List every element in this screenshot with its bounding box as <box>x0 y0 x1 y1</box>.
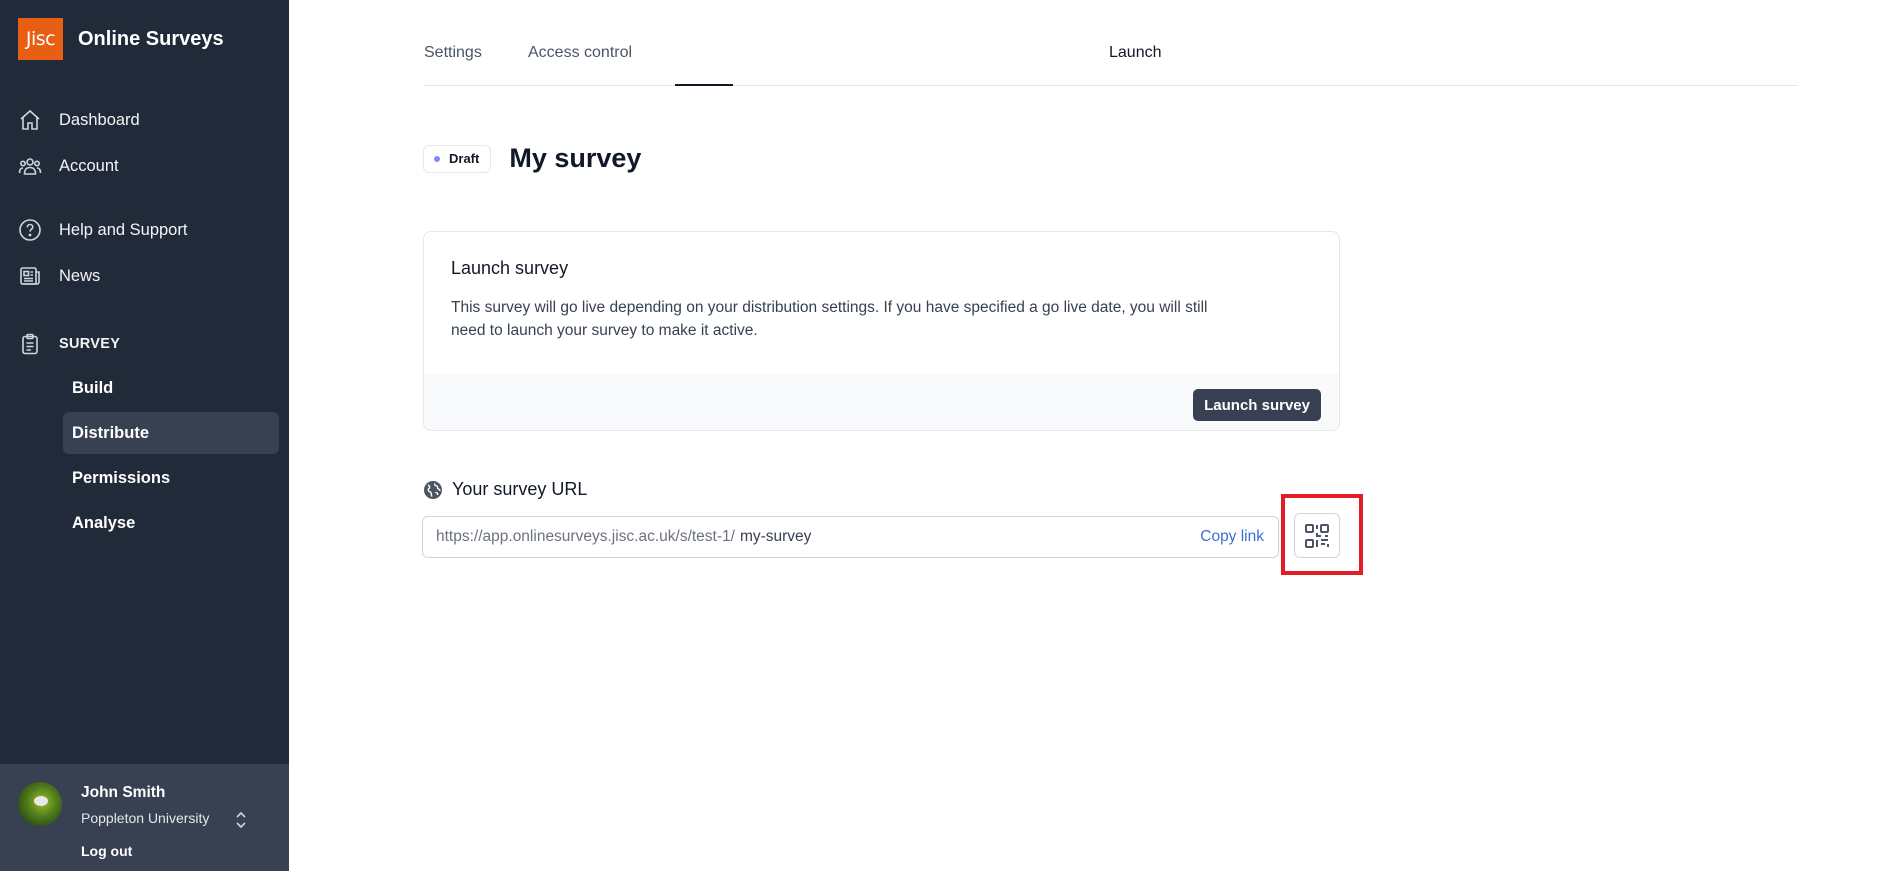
user-panel: John Smith Poppleton University Log out <box>0 764 289 871</box>
tab-access-control[interactable]: Access control <box>528 44 632 62</box>
jisc-logo: Jisc <box>18 18 63 60</box>
globe-icon <box>424 480 442 499</box>
sidebar-item-dashboard[interactable]: Dashboard <box>18 106 140 134</box>
users-icon <box>18 158 42 175</box>
sidebar-item-label: Help and Support <box>59 220 188 239</box>
survey-url-title: Your survey URL <box>452 479 588 499</box>
sidebar-item-help[interactable]: Help and Support <box>18 216 187 244</box>
launch-survey-button[interactable]: Launch survey <box>1193 389 1321 421</box>
sidebar-item-account[interactable]: Account <box>18 152 119 180</box>
card-title: Launch survey <box>451 258 569 278</box>
active-tab-indicator <box>675 84 733 86</box>
status-dot <box>434 155 440 162</box>
survey-url-field[interactable]: https://app.onlinesurveys.jisc.ac.uk/s/t… <box>422 516 1279 558</box>
question-circle-icon <box>19 219 41 241</box>
sidebar-section-survey: SURVEY <box>18 330 120 358</box>
avatar <box>18 782 62 826</box>
home-icon <box>20 109 40 130</box>
card-footer: Launch survey <box>424 373 1339 430</box>
survey-url-heading: Your survey URL <box>423 479 587 500</box>
status-badge: Draft <box>423 144 492 173</box>
tab-settings[interactable]: Settings <box>424 44 482 62</box>
status-badge-label: Draft <box>449 151 480 166</box>
newspaper-icon <box>20 267 40 285</box>
url-prefix: https://app.onlinesurveys.jisc.ac.uk/s/t… <box>436 528 735 545</box>
card-description: This survey will go live depending on yo… <box>451 299 1208 339</box>
highlight-box <box>1281 494 1363 575</box>
brand[interactable]: Jisc Online Surveys <box>18 18 224 60</box>
app-name: Online Surveys <box>78 27 224 50</box>
sidebar-item-label: News <box>59 266 101 285</box>
sidebar-item-permissions[interactable]: Permissions <box>63 457 279 499</box>
title-row: Draft My survey <box>423 143 641 174</box>
sidebar-item-build[interactable]: Build <box>63 367 279 409</box>
tab-launch[interactable]: Launch <box>1109 44 1162 62</box>
chevron-up-down-icon[interactable] <box>232 808 250 832</box>
clipboard-icon <box>22 333 38 355</box>
section-title: SURVEY <box>59 336 121 352</box>
sidebar-item-label: Account <box>59 156 119 175</box>
user-name: John Smith <box>81 784 166 801</box>
launch-card: Launch survey This survey will go live d… <box>423 231 1340 431</box>
url-slug[interactable]: my-survey <box>740 528 811 546</box>
sidebar: Jisc Online Surveys Dashboard Account He… <box>0 0 289 871</box>
copy-link-button[interactable]: Copy link <box>1200 528 1264 546</box>
user-organisation: Poppleton University <box>81 810 210 826</box>
page-title: My survey <box>509 143 642 173</box>
sidebar-item-news[interactable]: News <box>18 262 100 290</box>
logout-link[interactable]: Log out <box>81 843 132 859</box>
sidebar-item-label: Dashboard <box>59 110 140 129</box>
sidebar-item-analyse[interactable]: Analyse <box>63 502 279 544</box>
tab-bar: Settings Access control Launch <box>423 0 1798 86</box>
sidebar-item-distribute[interactable]: Distribute <box>63 412 279 454</box>
